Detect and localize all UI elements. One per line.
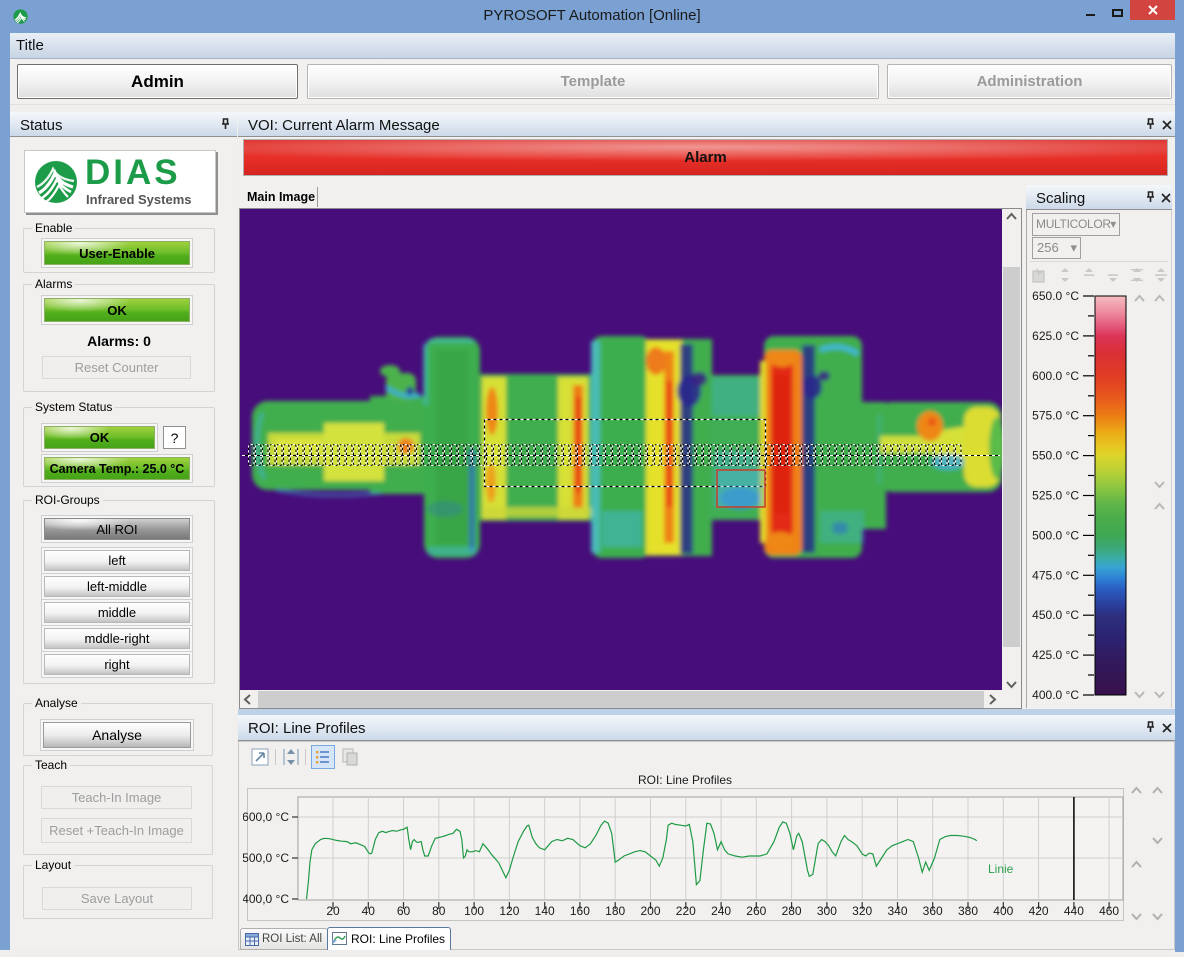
svg-text:120: 120: [499, 904, 519, 918]
svg-text:525.0 °C: 525.0 °C: [1032, 489, 1079, 503]
svg-text:340: 340: [887, 904, 907, 918]
svg-text:20: 20: [326, 904, 340, 918]
svg-text:240: 240: [711, 904, 731, 918]
svg-text:100: 100: [464, 904, 484, 918]
svg-text:625.0 °C: 625.0 °C: [1032, 329, 1079, 343]
svg-text:420: 420: [1029, 904, 1049, 918]
svg-text:140: 140: [535, 904, 555, 918]
svg-text:475.0 °C: 475.0 °C: [1032, 568, 1079, 582]
svg-text:575.0 °C: 575.0 °C: [1032, 409, 1079, 423]
svg-text:260: 260: [746, 904, 766, 918]
svg-text:Linie: Linie: [988, 862, 1014, 876]
svg-text:650.0 °C: 650.0 °C: [1032, 289, 1079, 303]
svg-text:500.0 °C: 500.0 °C: [1032, 528, 1079, 542]
svg-text:400.0 °C: 400.0 °C: [1032, 688, 1079, 702]
svg-text:600.0 °C: 600.0 °C: [1032, 369, 1079, 383]
svg-text:460: 460: [1099, 904, 1119, 918]
svg-text:400: 400: [993, 904, 1013, 918]
svg-text:450.0 °C: 450.0 °C: [1032, 608, 1079, 622]
svg-text:360: 360: [923, 904, 943, 918]
svg-text:300: 300: [817, 904, 837, 918]
svg-text:440: 440: [1064, 904, 1084, 918]
svg-text:550.0 °C: 550.0 °C: [1032, 449, 1079, 463]
svg-text:500,0 °C: 500,0 °C: [243, 851, 289, 865]
svg-text:425.0 °C: 425.0 °C: [1032, 648, 1079, 662]
svg-text:380: 380: [958, 904, 978, 918]
svg-text:180: 180: [605, 904, 625, 918]
svg-text:160: 160: [570, 904, 590, 918]
svg-text:220: 220: [676, 904, 696, 918]
svg-text:60: 60: [397, 904, 411, 918]
svg-text:40: 40: [362, 904, 376, 918]
svg-text:80: 80: [432, 904, 446, 918]
svg-text:200: 200: [640, 904, 660, 918]
svg-text:600,0 °C: 600,0 °C: [243, 810, 289, 824]
svg-text:400,0 °C: 400,0 °C: [243, 892, 289, 906]
svg-text:ROI: Line Profiles: ROI: Line Profiles: [638, 773, 732, 787]
svg-text:280: 280: [782, 904, 802, 918]
svg-text:320: 320: [852, 904, 872, 918]
